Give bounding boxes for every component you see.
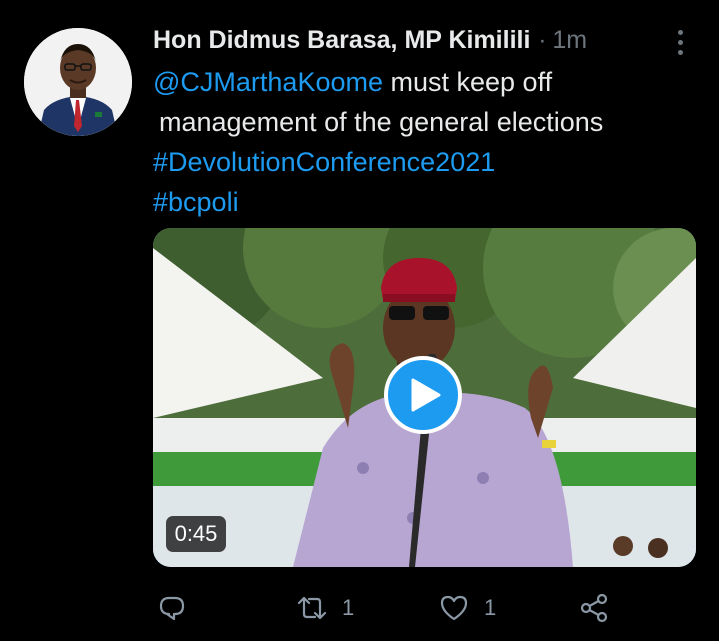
avatar[interactable]: [24, 28, 132, 136]
heart-icon: [440, 595, 468, 621]
play-icon[interactable]: [384, 356, 462, 434]
more-options-icon[interactable]: [670, 28, 690, 56]
hashtag-link[interactable]: #bcpoli: [153, 182, 693, 222]
retweet-count: 1: [342, 595, 355, 620]
hashtag-link[interactable]: #DevolutionConference2021: [153, 142, 693, 182]
separator: ·: [538, 27, 547, 54]
tweet-line: @CJMarthaKoome must keep off: [153, 62, 693, 102]
tweet-text: @CJMarthaKoome must keep off management …: [153, 62, 693, 222]
like-count: 1: [484, 595, 497, 620]
author-name[interactable]: Hon Didmus Barasa, MP Kimilili: [153, 26, 530, 55]
retweet-icon: [297, 596, 327, 620]
retweet-button[interactable]: 1: [296, 585, 354, 631]
timestamp[interactable]: 1m: [552, 26, 587, 55]
tweet-header: Hon Didmus Barasa, MP Kimilili · 1m: [153, 26, 587, 56]
action-bar: 1 1: [0, 585, 719, 631]
share-icon: [580, 593, 608, 623]
tweet-line: management of the general elections: [159, 107, 604, 137]
mention-link[interactable]: @CJMarthaKoome: [153, 67, 383, 97]
video-duration: 0:45: [166, 516, 226, 552]
reply-icon: [159, 596, 185, 621]
reply-button[interactable]: [156, 585, 202, 631]
tweet-text-segment: must keep off: [383, 67, 553, 97]
like-button[interactable]: 1: [438, 585, 496, 631]
share-button[interactable]: [578, 585, 610, 631]
